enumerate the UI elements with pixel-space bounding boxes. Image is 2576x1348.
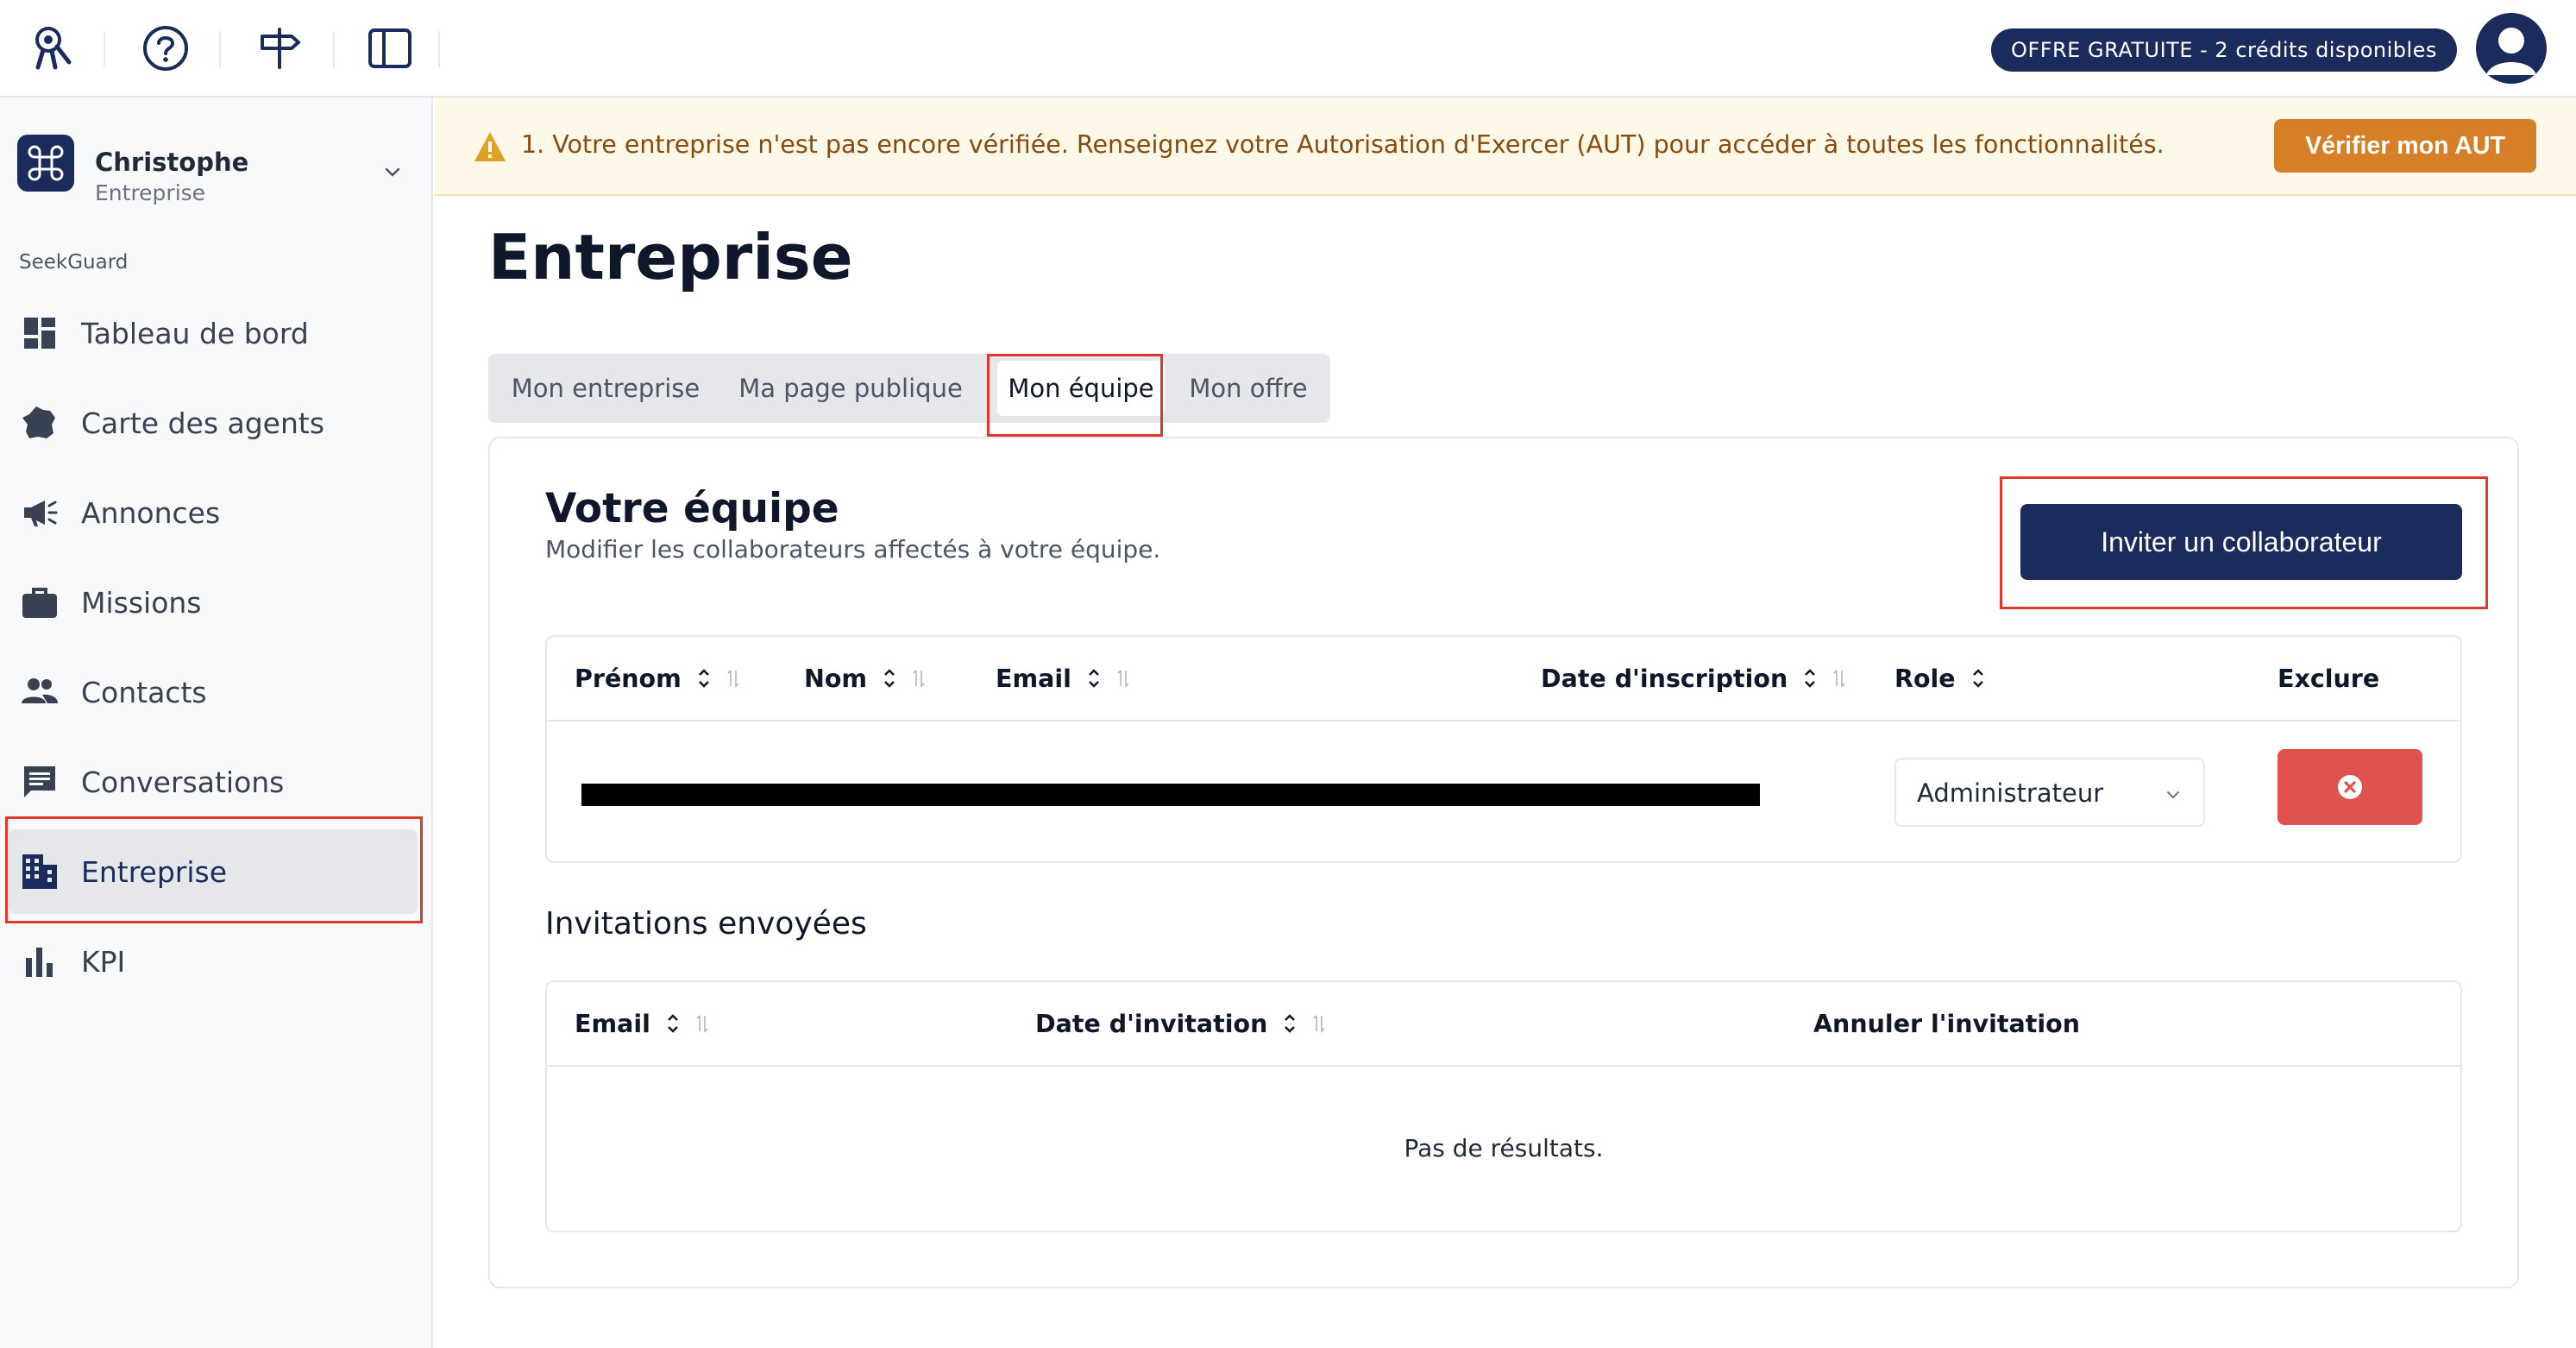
invitations-table: Email Date d'invitation Annuler l'invita… xyxy=(545,980,2462,1232)
sidebar-item-missions[interactable]: Missions xyxy=(9,560,418,645)
sort-icon[interactable] xyxy=(1971,667,1985,690)
sidebar-item-tableau-de-bord[interactable]: Tableau de bord xyxy=(9,291,418,375)
column-header-prenom[interactable]: Prénom xyxy=(575,637,740,720)
sidebar-item-contacts[interactable]: Contacts xyxy=(9,650,418,734)
credits-badge[interactable]: OFFRE GRATUITE - 2 crédits disponibles xyxy=(1991,28,2457,72)
column-header-date-invitation[interactable]: Date d'invitation xyxy=(1035,982,1326,1065)
tab-mon-entreprise[interactable]: Mon entreprise xyxy=(488,361,723,416)
banner-text: 1. Votre entreprise n'est pas encore vér… xyxy=(521,130,2164,159)
column-header-email[interactable]: Email xyxy=(996,637,1130,720)
column-header-date-inscription[interactable]: Date d'inscription xyxy=(1541,637,1846,720)
sidebar-item-label: Entreprise xyxy=(81,854,228,889)
column-header-label: Annuler l'invitation xyxy=(1813,1009,2081,1038)
bar-chart-icon xyxy=(19,941,60,982)
section-label: SeekGuard xyxy=(19,251,129,274)
tab-mon-equipe[interactable]: Mon équipe xyxy=(997,361,1165,416)
column-header-label: Prénom xyxy=(575,664,682,693)
megaphone-icon xyxy=(19,492,60,533)
chat-icon xyxy=(19,761,60,803)
exclude-member-button[interactable] xyxy=(2278,749,2422,825)
tab-mon-offre[interactable]: Mon offre xyxy=(1177,361,1320,416)
role-value: Administrateur xyxy=(1917,778,2104,808)
toolbar-divider xyxy=(438,31,440,67)
column-header-label: Exclure xyxy=(2278,664,2380,693)
team-table: Prénom Nom Email Date d'inscription Role xyxy=(545,635,2462,863)
dashboard-icon xyxy=(19,312,60,354)
invite-collaborator-button[interactable]: Inviter un collaborateur xyxy=(2020,504,2462,580)
column-header-label: Role xyxy=(1894,664,1956,693)
sidebar-item-annonces[interactable]: Annonces xyxy=(9,470,418,555)
close-circle-icon xyxy=(2338,775,2362,799)
toolbar-divider xyxy=(219,31,221,67)
column-header-nom[interactable]: Nom xyxy=(804,637,926,720)
invitations-title: Invitations envoyées xyxy=(545,906,867,942)
column-header-label: Email xyxy=(996,664,1071,693)
top-bar: OFFRE GRATUITE - 2 crédits disponibles xyxy=(0,0,2576,98)
verify-aut-button[interactable]: Vérifier mon AUT xyxy=(2274,119,2536,173)
brand-logo-icon[interactable] xyxy=(26,22,78,74)
help-icon[interactable] xyxy=(140,22,192,74)
team-title: Votre équipe xyxy=(545,485,839,532)
account-name: Christophe xyxy=(95,148,249,177)
sort-icon[interactable] xyxy=(697,667,740,690)
sort-icon[interactable] xyxy=(1803,667,1846,690)
building-icon xyxy=(19,851,60,892)
warning-icon xyxy=(473,130,507,163)
sort-icon[interactable] xyxy=(666,1012,709,1035)
sidebar-item-label: KPI xyxy=(81,944,126,979)
sidebar-toggle-icon[interactable] xyxy=(364,22,416,74)
sort-icon[interactable] xyxy=(883,667,926,690)
account-role: Entreprise xyxy=(95,180,206,205)
divider xyxy=(547,1065,2460,1067)
team-subtitle: Modifier les collaborateurs affectés à v… xyxy=(545,535,1161,564)
column-header-email[interactable]: Email xyxy=(575,982,709,1065)
sidebar-item-label: Carte des agents xyxy=(81,406,325,440)
tab-bar: Mon entreprise Ma page publique Mon équi… xyxy=(488,354,1330,423)
toolbar-divider xyxy=(333,31,335,67)
sidebar: Christophe Entreprise SeekGuard Tableau … xyxy=(0,98,433,1348)
chevron-down-icon xyxy=(380,160,405,186)
sidebar-item-entreprise[interactable]: Entreprise xyxy=(9,829,418,914)
sidebar-item-label: Annonces xyxy=(81,495,221,530)
sort-icon[interactable] xyxy=(1283,1012,1326,1035)
people-icon xyxy=(19,671,60,713)
sidebar-item-label: Tableau de bord xyxy=(81,316,309,350)
tab-ma-page-publique[interactable]: Ma page publique xyxy=(733,361,968,416)
column-header-label: Email xyxy=(575,1009,650,1038)
chevron-down-icon xyxy=(2162,784,2184,806)
sidebar-item-label: Conversations xyxy=(81,765,285,799)
verification-banner: 1. Votre entreprise n'est pas encore vér… xyxy=(435,98,2576,196)
column-header-exclure: Exclure xyxy=(2278,637,2379,720)
column-header-label: Nom xyxy=(804,664,868,693)
column-header-role[interactable]: Role xyxy=(1894,637,1985,720)
empty-state: Pas de résultats. xyxy=(1404,1134,1604,1162)
column-header-label: Date d'invitation xyxy=(1035,1009,1268,1038)
account-switcher[interactable]: Christophe Entreprise xyxy=(17,122,414,205)
briefcase-icon xyxy=(19,582,60,623)
divider xyxy=(547,720,2460,721)
user-avatar-icon[interactable] xyxy=(2476,13,2547,84)
page-title: Entreprise xyxy=(488,221,853,293)
sidebar-item-kpi[interactable]: KPI xyxy=(9,919,418,1004)
redacted-member-info xyxy=(581,784,1760,806)
signpost-icon[interactable] xyxy=(254,22,305,74)
sidebar-item-label: Missions xyxy=(81,585,202,620)
column-header-label: Date d'inscription xyxy=(1541,664,1788,693)
column-header-annuler-invitation: Annuler l'invitation xyxy=(1813,982,2080,1065)
sidebar-item-carte-des-agents[interactable]: Carte des agents xyxy=(9,381,418,465)
france-map-icon xyxy=(19,402,60,444)
sidebar-item-conversations[interactable]: Conversations xyxy=(9,740,418,824)
sort-icon[interactable] xyxy=(1087,667,1130,690)
toolbar-divider xyxy=(104,31,105,67)
role-select[interactable]: Administrateur xyxy=(1894,758,2205,827)
sidebar-item-label: Contacts xyxy=(81,675,207,709)
command-icon xyxy=(17,135,74,192)
